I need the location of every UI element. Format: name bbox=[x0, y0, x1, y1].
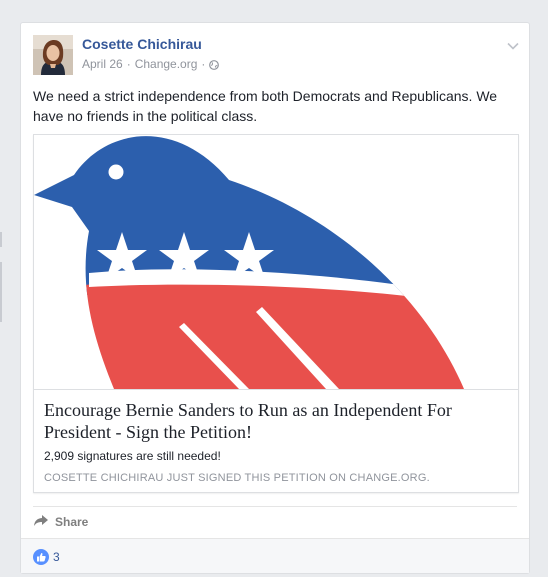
bird-logo-icon bbox=[34, 136, 464, 389]
like-icon[interactable] bbox=[33, 549, 49, 565]
avatar[interactable] bbox=[33, 35, 73, 75]
post-text: We need a strict independence from both … bbox=[33, 88, 498, 124]
link-preview-card[interactable]: Encourage Bernie Sanders to Run as an In… bbox=[33, 134, 519, 493]
card-description: 2,909 signatures are still needed! bbox=[44, 449, 221, 463]
action-divider bbox=[33, 506, 517, 507]
card-image[interactable] bbox=[34, 135, 518, 390]
meta-separator: · bbox=[126, 57, 131, 71]
card-title[interactable]: Encourage Bernie Sanders to Run as an In… bbox=[44, 399, 510, 443]
share-arrow-icon bbox=[33, 514, 49, 531]
share-button[interactable]: Share bbox=[33, 511, 88, 533]
like-count[interactable]: 3 bbox=[53, 550, 60, 564]
post-date[interactable]: April 26 bbox=[82, 57, 123, 71]
background-edge bbox=[0, 232, 2, 247]
card-caption: COSETTE CHICHIRAU JUST SIGNED THIS PETIT… bbox=[44, 472, 430, 484]
share-label: Share bbox=[55, 515, 89, 529]
globe-icon[interactable] bbox=[209, 59, 220, 70]
feed-post: Cosette Chichirau April 26 · Change.org … bbox=[20, 22, 530, 574]
meta-separator: · bbox=[201, 57, 206, 71]
background-edge bbox=[0, 262, 2, 322]
post-meta: April 26 · Change.org · bbox=[82, 57, 220, 71]
reactions-bar: 3 bbox=[21, 538, 529, 573]
post-source[interactable]: Change.org bbox=[135, 57, 198, 71]
chevron-down-icon[interactable] bbox=[507, 37, 519, 50]
author-name[interactable]: Cosette Chichirau bbox=[82, 36, 202, 52]
